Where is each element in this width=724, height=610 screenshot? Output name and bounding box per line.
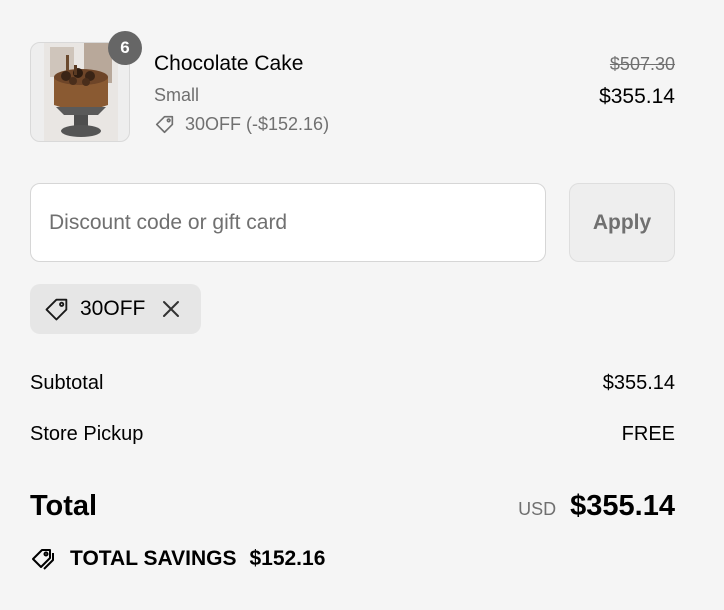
close-icon — [163, 301, 180, 317]
shipping-value: FREE — [621, 423, 675, 445]
applied-code-chip: 30OFF — [30, 284, 201, 334]
subtotal-row: Subtotal $355.14 — [30, 372, 675, 395]
tag-icon — [155, 115, 174, 134]
currency-code: USD — [518, 499, 557, 519]
applied-code-label: 30OFF — [80, 297, 146, 320]
line-item: 6 Chocolate Cake Small 30OFF (-$152.16) … — [30, 31, 675, 142]
total-value: $355.14 — [570, 490, 675, 522]
savings-label: TOTAL SAVINGS — [70, 547, 237, 570]
order-summary: 6 Chocolate Cake Small 30OFF (-$152.16) … — [0, 0, 724, 610]
shipping-label: Store Pickup — [30, 423, 144, 445]
product-discount: 30OFF (-$152.16) — [154, 113, 329, 135]
total-label: Total — [30, 490, 98, 522]
tag-icon — [45, 298, 68, 321]
tags-icon — [32, 549, 54, 570]
total-row: Total USD $355.14 — [30, 490, 675, 523]
apply-button[interactable]: Apply — [569, 183, 675, 262]
savings-value: $152.16 — [249, 547, 326, 570]
shipping-row: Store Pickup FREE — [30, 423, 675, 446]
product-variant: Small — [154, 85, 200, 105]
original-price: $507.30 — [609, 54, 675, 74]
discount-code-input[interactable] — [30, 183, 546, 262]
quantity-badge: 6 — [108, 31, 142, 65]
subtotal-value: $355.14 — [602, 372, 675, 394]
cake-image — [44, 43, 118, 141]
product-title: Chocolate Cake — [154, 52, 304, 75]
final-price: $355.14 — [599, 85, 675, 108]
subtotal-label: Subtotal — [30, 372, 104, 394]
product-discount-text: 30OFF (-$152.16) — [185, 113, 330, 134]
remove-code-button[interactable] — [159, 297, 183, 321]
total-amount-group: USD $355.14 — [518, 490, 675, 523]
total-savings: TOTAL SAVINGS $152.16 — [30, 545, 325, 573]
